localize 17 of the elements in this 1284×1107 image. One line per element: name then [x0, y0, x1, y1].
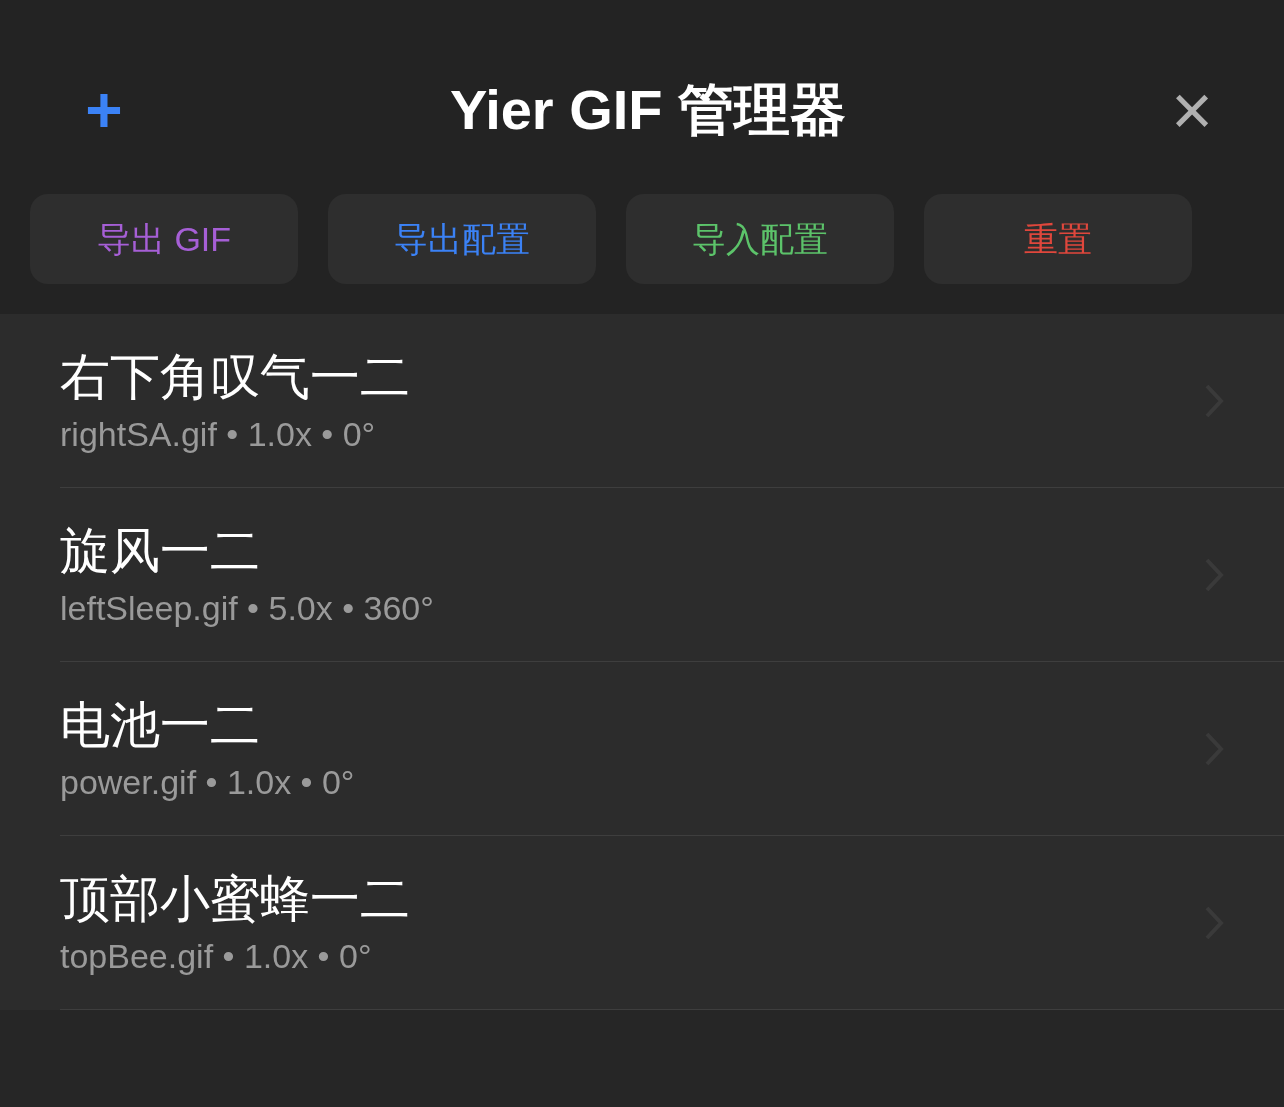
close-button[interactable]: × — [1160, 74, 1224, 146]
gif-details: topBee.gif • 1.0x • 0° — [60, 935, 373, 977]
action-button[interactable]: 导出配置 — [328, 194, 596, 284]
gif-details: rightSA.gif • 1.0x • 0° — [60, 413, 377, 455]
gif-name: 右下角叹气一二 — [60, 347, 410, 407]
action-button[interactable]: 导入配置 — [626, 194, 894, 284]
gif-name: 电池一二 — [60, 695, 261, 755]
gif-row[interactable]: 顶部小蜜蜂一二 topBee.gif • 1.0x • 0° — [60, 836, 1284, 1010]
gif-details: power.gif • 1.0x • 0° — [60, 761, 355, 803]
gif-name: 顶部小蜜蜂一二 — [60, 869, 410, 929]
window-title: Yier GIF 管理器 — [449, 77, 847, 143]
gif-row[interactable]: 旋风一二 leftSleep.gif • 5.0x • 360° — [60, 488, 1284, 662]
gif-name: 旋风一二 — [60, 521, 261, 581]
add-button[interactable]: + — [72, 78, 136, 142]
gif-row[interactable]: 电池一二 power.gif • 1.0x • 0° — [60, 662, 1284, 836]
gif-row[interactable]: 右下角叹气一二 rightSA.gif • 1.0x • 0° — [60, 314, 1284, 488]
gif-details: leftSleep.gif • 5.0x • 360° — [60, 587, 434, 629]
